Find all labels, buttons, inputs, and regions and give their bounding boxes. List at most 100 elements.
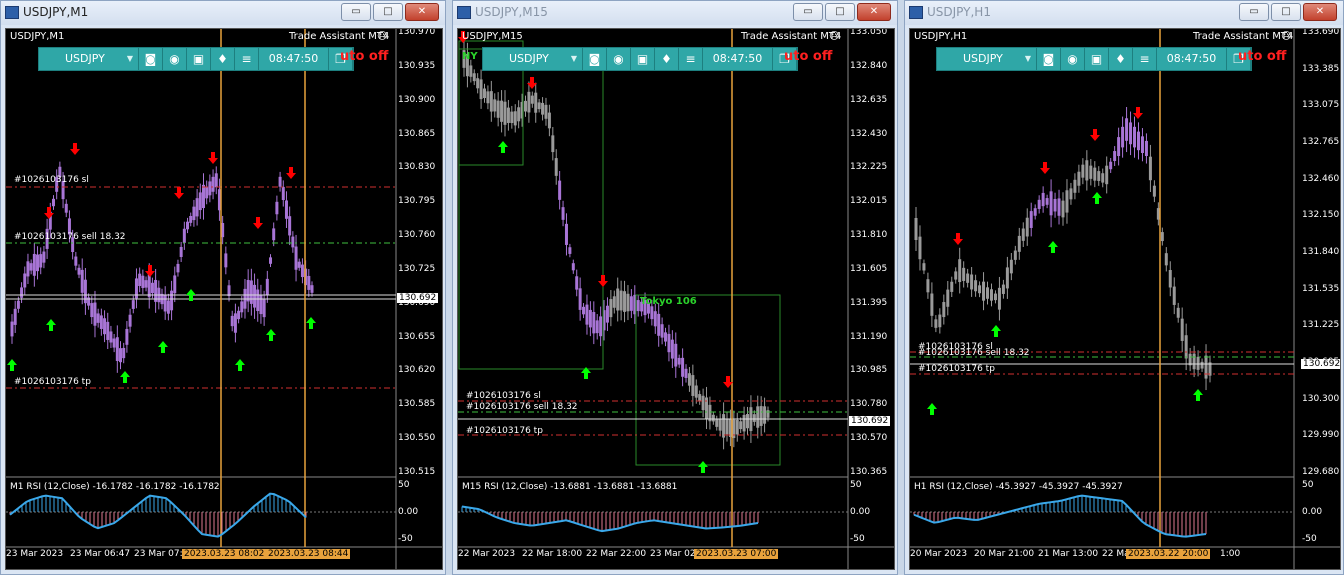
candle-body	[96, 313, 100, 323]
candle-body	[482, 88, 486, 99]
candle-body	[1041, 192, 1045, 207]
candle-body	[80, 269, 84, 293]
chart-window-m1[interactable]: USDJPY,M1 ▭ □ ✕ USDJPY,M1 Trade Assistan…	[0, 0, 446, 575]
bell-icon[interactable]: ♦	[655, 48, 679, 70]
price-axis-tick: 130.365	[850, 467, 888, 477]
close-button[interactable]: ✕	[857, 3, 891, 21]
calendar-icon[interactable]: ▣	[631, 48, 655, 70]
menu-icon[interactable]: ≡	[1133, 48, 1157, 70]
eye-icon[interactable]: ◉	[607, 48, 631, 70]
rsi-label: H1 RSI (12,Close) -45.3927 -45.3927 -45.…	[914, 482, 1123, 492]
candle-body	[534, 92, 538, 113]
window-title: USDJPY,M15	[475, 5, 548, 19]
chart-window-m15[interactable]: USDJPY,M15 ▭ □ ✕ USDJPY,M15 Trade Assist…	[452, 0, 898, 575]
camera-icon[interactable]: ◙	[1037, 48, 1061, 70]
rsi-tick: 0.00	[1302, 507, 1323, 517]
candle-body	[691, 375, 695, 396]
close-button[interactable]: ✕	[1303, 3, 1337, 21]
minimize-button[interactable]: ▭	[793, 3, 823, 21]
candle-body	[1089, 165, 1093, 179]
close-button[interactable]: ✕	[405, 3, 439, 21]
menu-icon[interactable]: ≡	[235, 48, 259, 70]
candle-body	[173, 275, 177, 294]
candle-body	[1121, 126, 1125, 148]
candle-body	[592, 312, 596, 334]
candle-body	[966, 273, 970, 283]
sell-arrow-icon	[44, 207, 54, 219]
chart-area[interactable]: USDJPY,M1 Trade Assistant MT4 ☹ USDJPY ▼ …	[5, 28, 443, 570]
candle-body	[192, 206, 196, 221]
candle-body	[759, 406, 763, 426]
maximize-button[interactable]: □	[373, 3, 403, 21]
camera-icon[interactable]: ◙	[583, 48, 607, 70]
symbol-select[interactable]: USDJPY ▼	[39, 48, 139, 70]
candle-body	[189, 215, 193, 223]
bell-icon[interactable]: ♦	[211, 48, 235, 70]
calendar-icon[interactable]: ▣	[187, 48, 211, 70]
price-axis-tick: 133.075	[1302, 100, 1340, 111]
candle-body	[1204, 355, 1208, 379]
candle-body	[170, 290, 174, 311]
price-axis-tick: 130.550	[398, 433, 436, 444]
candle-body	[1017, 235, 1021, 252]
eye-icon[interactable]: ◉	[1061, 48, 1085, 70]
candle-body	[1057, 198, 1061, 216]
window-titlebar[interactable]: USDJPY,M15 ▭ □ ✕	[453, 1, 897, 25]
candle-body	[1101, 173, 1105, 183]
candle-body	[208, 181, 212, 196]
candle-body	[547, 112, 551, 129]
price-axis-tick: 131.840	[1302, 247, 1340, 257]
sell-line-label: #1026103176 sell 18.32	[918, 348, 1030, 358]
rsi-label: M1 RSI (12,Close) -16.1782 -16.1782 -16.…	[10, 482, 220, 492]
time-label: 20 Mar 21:00	[974, 549, 1035, 559]
chevron-down-icon: ▼	[570, 54, 577, 63]
candle-body	[119, 348, 123, 363]
sl-line-label: #1026103176 sl	[14, 175, 89, 185]
bell-icon[interactable]: ♦	[1109, 48, 1133, 70]
price-axis-tick: 130.985	[850, 365, 888, 376]
camera-icon[interactable]: ◙	[139, 48, 163, 70]
calendar-icon[interactable]: ▣	[1085, 48, 1109, 70]
rsi-label: M15 RSI (12,Close) -13.6881 -13.6881 -13…	[462, 482, 678, 492]
window-titlebar[interactable]: USDJPY,M1 ▭ □ ✕	[1, 1, 445, 25]
menu-icon[interactable]: ≡	[679, 48, 703, 70]
chart-window-h1[interactable]: USDJPY,H1 ▭ □ ✕ USDJPY,H1 Trade Assistan…	[904, 0, 1344, 575]
minimize-button[interactable]: ▭	[341, 3, 371, 21]
rsi-tick: 0.00	[850, 507, 871, 517]
candle-body	[677, 357, 681, 365]
sell-arrow-icon	[286, 167, 296, 179]
candle-body	[1073, 179, 1077, 193]
symbol-select[interactable]: USDJPY ▼	[483, 48, 583, 70]
candle-body	[739, 421, 743, 430]
price-axis-tick: 131.810	[850, 230, 888, 241]
price-axis-tick: 130.760	[398, 230, 436, 241]
maximize-button[interactable]: □	[825, 3, 855, 21]
server-time: 08:47:50	[1157, 48, 1227, 70]
rsi-tick: 50	[850, 480, 862, 490]
candle-body	[83, 279, 87, 304]
minimize-button[interactable]: ▭	[1239, 3, 1269, 21]
maximize-button[interactable]: □	[1271, 3, 1301, 21]
candle-body	[698, 394, 702, 402]
candle-body	[993, 293, 997, 301]
window-titlebar[interactable]: USDJPY,H1 ▭ □ ✕	[905, 1, 1343, 25]
buy-arrow-icon	[927, 403, 937, 415]
vline-time-tag: 2023.03.23 08:02	[182, 549, 267, 559]
candle-body	[479, 79, 483, 100]
candle-body	[182, 228, 186, 243]
buy-arrow-icon	[306, 317, 316, 329]
sell-arrow-icon	[1040, 162, 1050, 174]
candle-body	[561, 207, 565, 220]
candle-body	[1172, 286, 1176, 305]
eye-icon[interactable]: ◉	[163, 48, 187, 70]
candle-body	[752, 414, 756, 422]
buy-arrow-icon	[1048, 241, 1058, 253]
candle-body	[281, 186, 285, 201]
candle-body	[650, 306, 654, 320]
chart-area[interactable]: USDJPY,H1 Trade Assistant MT4 ☹ USDJPY ▼ …	[909, 28, 1341, 570]
candle-body	[26, 261, 30, 277]
chart-area[interactable]: USDJPY,M15 Trade Assistant MT4 ☹ NY USDJ…	[457, 28, 895, 570]
candle-body	[950, 281, 954, 292]
candle-body	[265, 278, 269, 295]
symbol-select[interactable]: USDJPY ▼	[937, 48, 1037, 70]
